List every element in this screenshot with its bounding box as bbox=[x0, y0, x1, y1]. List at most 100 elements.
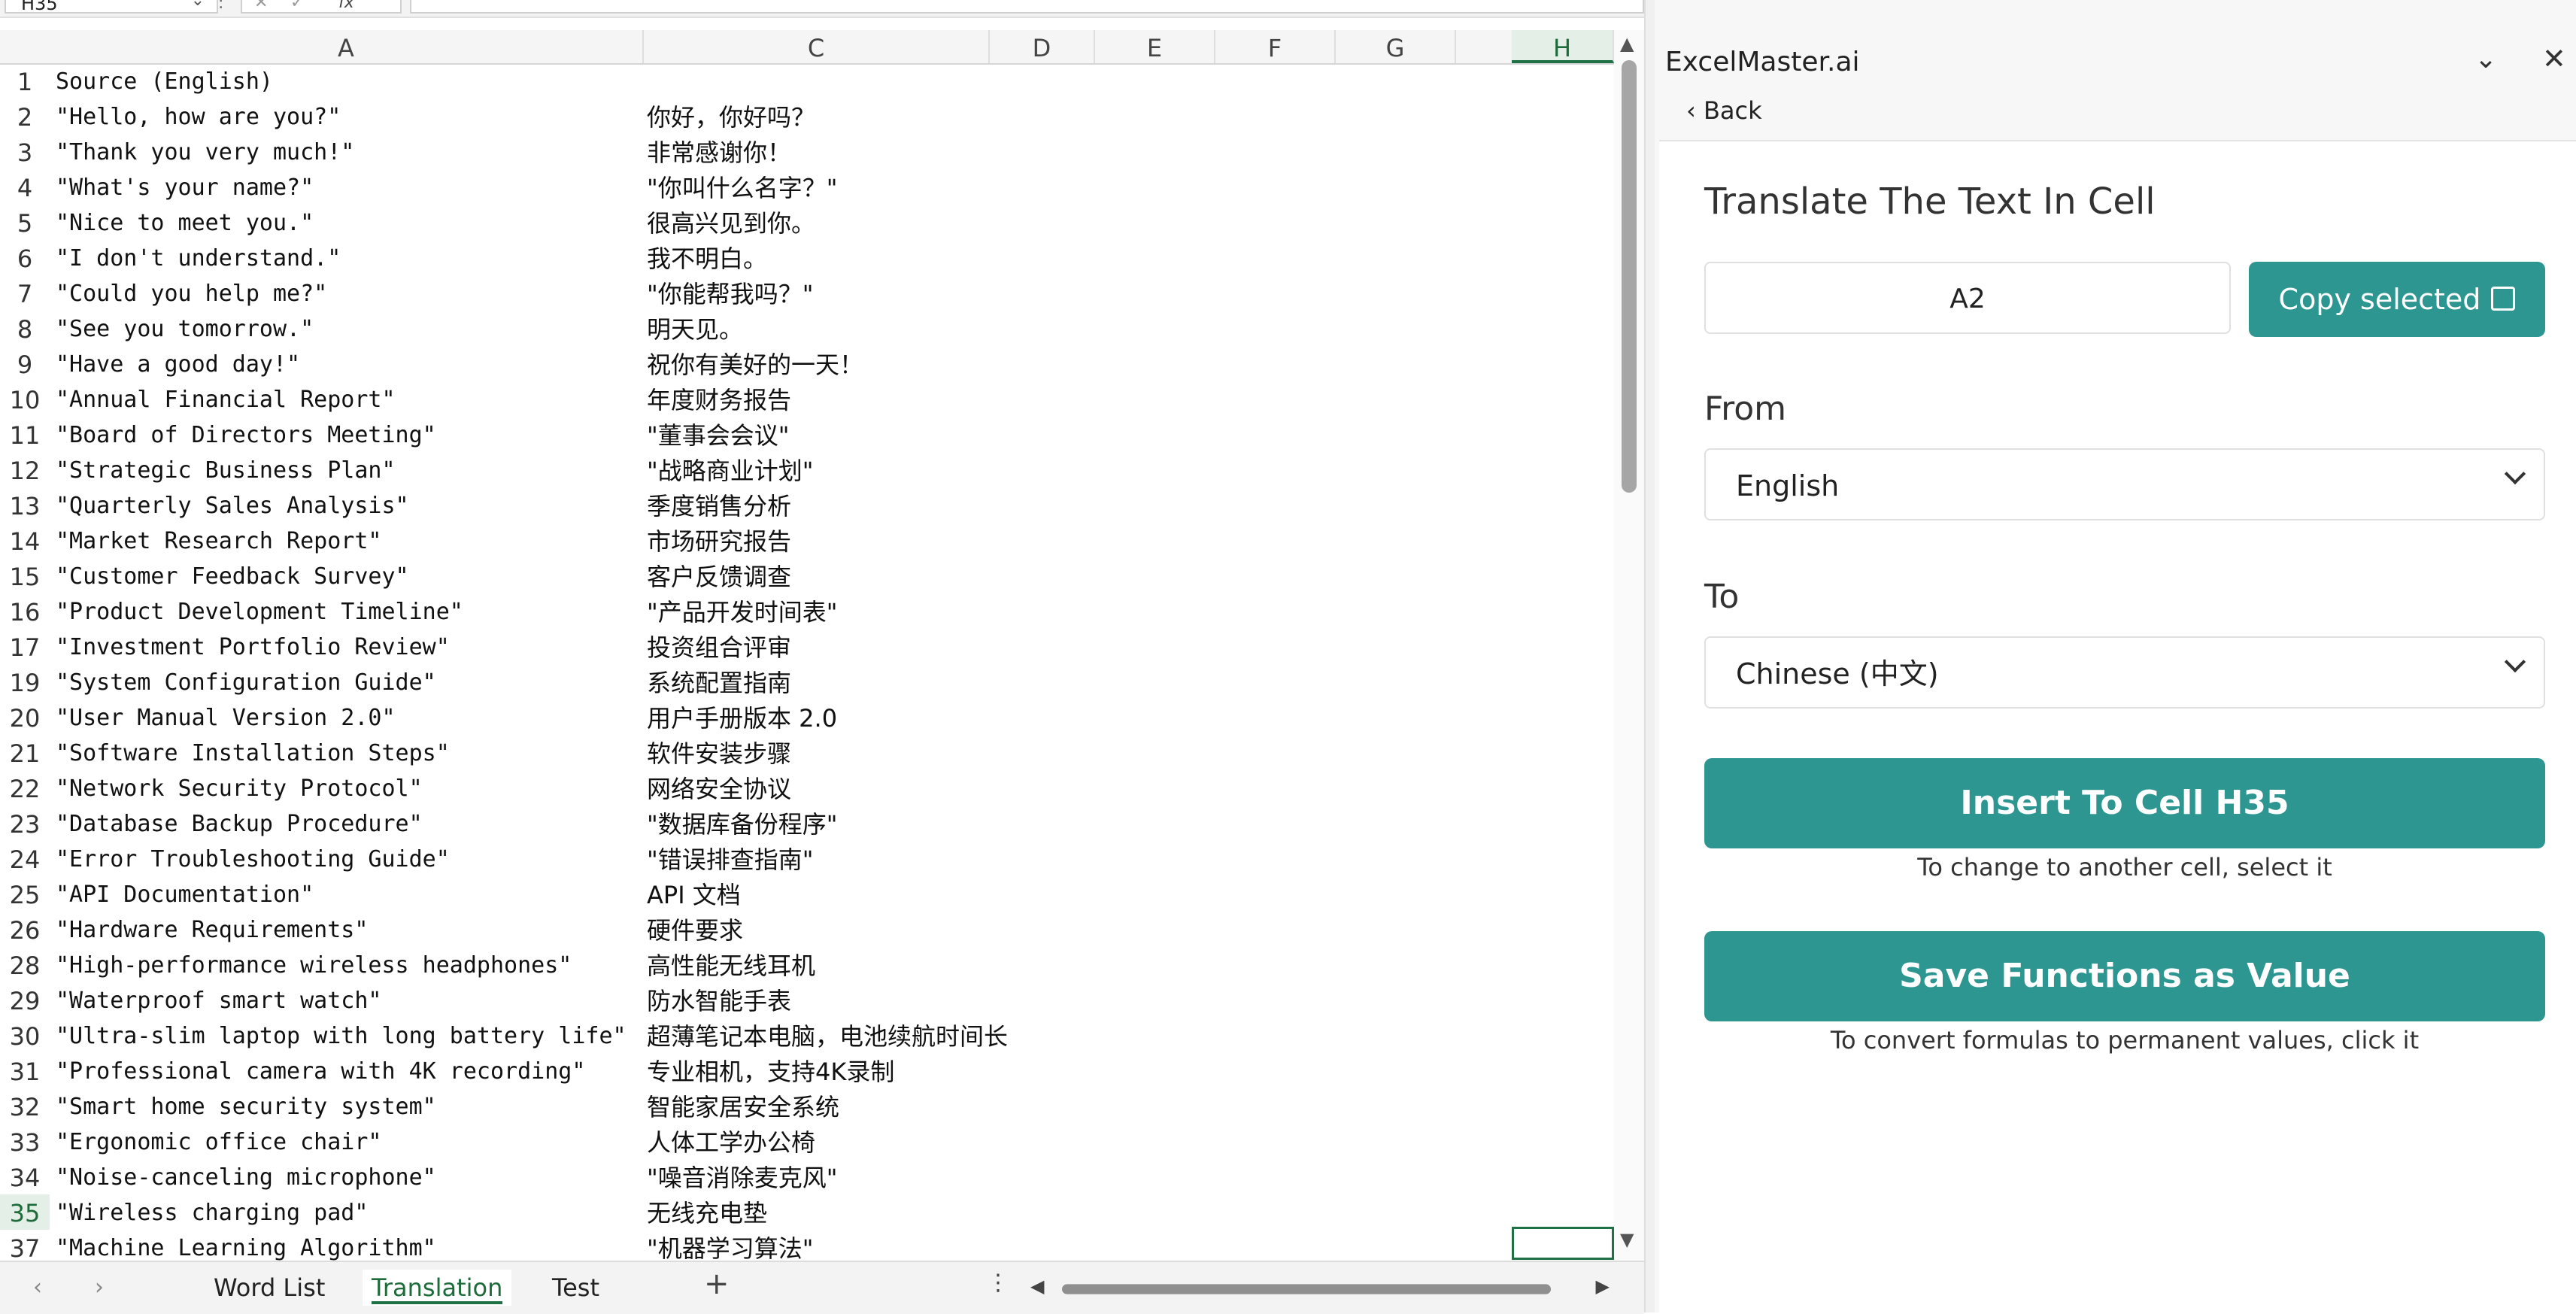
row-number[interactable]: 37 bbox=[0, 1230, 50, 1261]
row-number[interactable]: 9 bbox=[0, 346, 50, 381]
scroll-left-icon[interactable]: ◀ bbox=[1030, 1276, 1044, 1297]
more-options-icon[interactable]: ⋮ bbox=[987, 1270, 1009, 1296]
row-number[interactable]: 19 bbox=[0, 664, 50, 699]
cell-translation-text[interactable]: "机器学习算法" bbox=[647, 1230, 813, 1261]
cell-translation-text[interactable]: 超薄笔记本电脑，电池续航时间长 bbox=[647, 1018, 1008, 1053]
row-number[interactable]: 10 bbox=[0, 381, 50, 417]
column-header-d[interactable]: D bbox=[990, 30, 1095, 63]
cell-ref-field[interactable]: A2 bbox=[1704, 262, 2231, 334]
cell-source-text[interactable]: "Could you help me?" bbox=[56, 275, 327, 311]
cell-source-text[interactable]: "API Documentation" bbox=[56, 876, 314, 912]
row-number[interactable]: 15 bbox=[0, 558, 50, 593]
from-language-select[interactable]: English bbox=[1704, 448, 2545, 520]
cell-translation-text[interactable]: 防水智能手表 bbox=[647, 982, 791, 1018]
row-number[interactable]: 7 bbox=[0, 275, 50, 311]
collapse-icon[interactable]: ⌄ bbox=[2474, 44, 2497, 74]
cell-source-text[interactable]: "Quarterly Sales Analysis" bbox=[56, 487, 409, 523]
cell-translation-text[interactable]: 明天见。 bbox=[647, 311, 743, 346]
cell-source-text[interactable]: "Waterproof smart watch" bbox=[56, 982, 381, 1018]
cell-source-text[interactable]: "Thank you very much!" bbox=[56, 134, 354, 169]
row-number[interactable]: 5 bbox=[0, 205, 50, 240]
horizontal-scroll-thumb[interactable] bbox=[1062, 1282, 1551, 1297]
sheet-tab-test[interactable]: Test bbox=[543, 1270, 608, 1306]
cell-translation-text[interactable]: 祝你有美好的一天！ bbox=[647, 346, 863, 381]
cell-source-text[interactable]: "Error Troubleshooting Guide" bbox=[56, 841, 450, 876]
row-number[interactable]: 22 bbox=[0, 770, 50, 806]
row-number[interactable]: 4 bbox=[0, 169, 50, 205]
row-number[interactable]: 21 bbox=[0, 735, 50, 770]
row-number[interactable]: 30 bbox=[0, 1018, 50, 1053]
cell-translation-text[interactable]: 高性能无线耳机 bbox=[647, 947, 815, 982]
row-number[interactable]: 31 bbox=[0, 1053, 50, 1088]
cell-translation-text[interactable]: "噪音消除麦克风" bbox=[647, 1159, 837, 1194]
cell-source-text[interactable]: "Hello, how are you?" bbox=[56, 99, 341, 134]
cell-translation-text[interactable]: 投资组合评审 bbox=[647, 629, 791, 664]
cancel-icon[interactable]: ✕ bbox=[254, 0, 268, 11]
cell-source-text[interactable]: "Market Research Report" bbox=[56, 523, 381, 558]
cell-source-text[interactable]: "Investment Portfolio Review" bbox=[56, 629, 450, 664]
cell-source-text[interactable]: "Annual Financial Report" bbox=[56, 381, 396, 417]
cell-source-text[interactable]: "Have a good day!" bbox=[56, 346, 300, 381]
insert-to-cell-button[interactable]: Insert To Cell H35 bbox=[1704, 758, 2545, 848]
row-number[interactable]: 8 bbox=[0, 311, 50, 346]
copy-selected-button[interactable]: Copy selected bbox=[2249, 262, 2545, 337]
cell-translation-text[interactable]: "数据库备份程序" bbox=[647, 806, 837, 841]
save-functions-button[interactable]: Save Functions as Value bbox=[1704, 931, 2545, 1021]
cell-source-text[interactable]: "Ergonomic office chair" bbox=[56, 1124, 381, 1159]
row-number[interactable]: 20 bbox=[0, 699, 50, 735]
cell-source-text[interactable]: "Machine Learning Algorithm" bbox=[56, 1230, 436, 1261]
cell-source-text[interactable]: "System Configuration Guide" bbox=[56, 664, 436, 699]
next-sheet-icon[interactable]: › bbox=[95, 1274, 104, 1300]
cell-source-text[interactable]: "Customer Feedback Survey" bbox=[56, 558, 409, 593]
cell-translation-text[interactable]: 软件安装步骤 bbox=[647, 735, 791, 770]
cell-translation-text[interactable]: 年度财务报告 bbox=[647, 381, 791, 417]
row-number[interactable]: 13 bbox=[0, 487, 50, 523]
cell-translation-text[interactable]: "错误排查指南" bbox=[647, 841, 813, 876]
sheet-tab-word-list[interactable]: Word List bbox=[205, 1270, 334, 1306]
chevron-down-icon[interactable]: ⌄ bbox=[191, 0, 205, 9]
cell-translation-text[interactable]: 人体工学办公椅 bbox=[647, 1124, 815, 1159]
cell-translation-text[interactable]: 硬件要求 bbox=[647, 912, 743, 947]
cell-source-text[interactable]: "Hardware Requirements" bbox=[56, 912, 368, 947]
row-number[interactable]: 34 bbox=[0, 1159, 50, 1194]
function-icon[interactable]: fx bbox=[338, 0, 354, 11]
cell-translation-text[interactable]: 很高兴见到你。 bbox=[647, 205, 815, 240]
cell-translation-text[interactable]: "战略商业计划" bbox=[647, 452, 813, 487]
cell-source-text[interactable]: "Noise-canceling microphone" bbox=[56, 1159, 436, 1194]
row-number[interactable]: 2 bbox=[0, 99, 50, 134]
cell-source-text[interactable]: "I don't understand." bbox=[56, 240, 341, 275]
column-header-e[interactable]: E bbox=[1095, 30, 1215, 63]
row-number[interactable]: 3 bbox=[0, 134, 50, 169]
formula-input[interactable] bbox=[410, 0, 1644, 14]
row-number[interactable]: 28 bbox=[0, 947, 50, 982]
add-sheet-button[interactable]: + bbox=[704, 1267, 730, 1301]
cell-translation-text[interactable]: 专业相机，支持4K录制 bbox=[647, 1053, 894, 1088]
cell-translation-text[interactable]: API 文档 bbox=[647, 876, 741, 912]
cell-translation-text[interactable]: 无线充电垫 bbox=[647, 1194, 767, 1230]
row-number[interactable]: 12 bbox=[0, 452, 50, 487]
cell-source-text[interactable]: "What's your name?" bbox=[56, 169, 314, 205]
cell-source-text[interactable]: "Professional camera with 4K recording" bbox=[56, 1053, 585, 1088]
vertical-scrollbar[interactable]: ▲ ▼ bbox=[1614, 30, 1644, 1261]
cell-source-text[interactable]: "Strategic Business Plan" bbox=[56, 452, 396, 487]
row-number[interactable]: 25 bbox=[0, 876, 50, 912]
row-number[interactable]: 11 bbox=[0, 417, 50, 452]
row-number[interactable]: 29 bbox=[0, 982, 50, 1018]
cell-translation-text[interactable]: 你好，你好吗？ bbox=[647, 99, 815, 134]
row-number[interactable]: 1 bbox=[0, 63, 50, 99]
to-language-select[interactable]: Chinese (中文) bbox=[1704, 636, 2545, 709]
row-number[interactable]: 26 bbox=[0, 912, 50, 947]
row-number[interactable]: 35 bbox=[0, 1194, 50, 1230]
cell-source-text[interactable]: Source (English) bbox=[56, 63, 273, 99]
cell-source-text[interactable]: "Product Development Timeline" bbox=[56, 593, 463, 629]
row-number[interactable]: 14 bbox=[0, 523, 50, 558]
cell-translation-text[interactable]: "董事会会议" bbox=[647, 417, 789, 452]
row-number[interactable]: 23 bbox=[0, 806, 50, 841]
cell-source-text[interactable]: "Software Installation Steps" bbox=[56, 735, 450, 770]
row-number[interactable]: 32 bbox=[0, 1088, 50, 1124]
scroll-up-icon[interactable]: ▲ bbox=[1620, 33, 1634, 54]
cell-source-text[interactable]: "Nice to meet you." bbox=[56, 205, 314, 240]
column-header-f[interactable]: F bbox=[1215, 30, 1336, 63]
cell-source-text[interactable]: "Wireless charging pad" bbox=[56, 1194, 368, 1230]
column-header-c[interactable]: C bbox=[644, 30, 990, 63]
